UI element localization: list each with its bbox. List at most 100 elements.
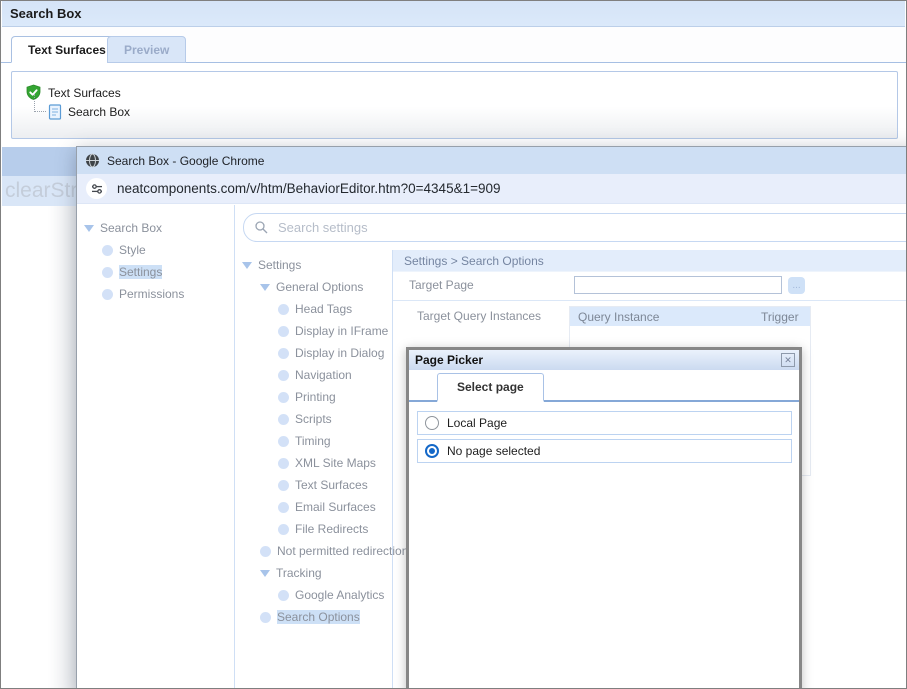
tree-item-permissions[interactable]: Permissions <box>77 283 234 305</box>
bullet-icon <box>278 414 289 425</box>
radio-option-label: No page selected <box>447 444 540 458</box>
tree-item-timing[interactable]: Timing <box>235 430 392 452</box>
tree-item-settings[interactable]: Settings <box>235 254 392 276</box>
bullet-icon <box>260 546 271 557</box>
url-text[interactable]: neatcomponents.com/v/htm/BehaviorEditor.… <box>117 181 501 196</box>
tree-item-label: Navigation <box>295 368 352 382</box>
breadcrumb-text: Settings > Search Options <box>404 254 544 268</box>
tab-label: Text Surfaces <box>28 43 106 57</box>
tree-item-label: Head Tags <box>295 302 352 316</box>
bullet-icon <box>102 245 113 256</box>
bullet-icon <box>278 480 289 491</box>
background-strip <box>2 206 78 688</box>
tree-item-display-in-iframe[interactable]: Display in IFrame <box>235 320 392 342</box>
site-settings-icon[interactable] <box>86 178 107 199</box>
bullet-icon <box>278 590 289 601</box>
tab-preview[interactable]: Preview <box>107 36 186 63</box>
radio-selected-icon[interactable] <box>425 444 439 458</box>
tree-item-style[interactable]: Style <box>77 239 234 261</box>
text-surfaces-panel: Text Surfaces Search Box <box>11 71 898 139</box>
search-placeholder: Search settings <box>278 220 368 235</box>
bullet-icon <box>278 304 289 315</box>
background-blue-band <box>2 147 78 176</box>
bullet-icon <box>102 289 113 300</box>
tree-item-label: Settings <box>258 258 301 272</box>
search-strip: Search settings <box>235 205 907 250</box>
radio-option-no-page-selected[interactable]: No page selected <box>417 439 792 463</box>
browse-button[interactable]: ... <box>788 277 805 294</box>
tree-node-label: Search Box <box>68 105 130 119</box>
tree-item-navigation[interactable]: Navigation <box>235 364 392 386</box>
close-icon[interactable]: ✕ <box>781 353 795 367</box>
bullet-icon <box>278 458 289 469</box>
chrome-url-bar[interactable]: neatcomponents.com/v/htm/BehaviorEditor.… <box>77 174 907 204</box>
tree-item-email-surfaces[interactable]: Email Surfaces <box>235 496 392 518</box>
dialog-titlebar[interactable]: Page Picker ✕ <box>409 350 799 370</box>
tree-item-label: Text Surfaces <box>295 478 368 492</box>
tree-item-search-options[interactable]: Search Options <box>235 606 392 628</box>
tree-connector <box>34 94 46 112</box>
radio-option-label: Local Page <box>447 416 507 430</box>
column-header-query-instance: Query Instance <box>570 307 753 326</box>
tree-item-label: Email Surfaces <box>295 500 376 514</box>
bullet-icon <box>278 502 289 513</box>
tree-item-head-tags[interactable]: Head Tags <box>235 298 392 320</box>
tree-item-label: Scripts <box>295 412 332 426</box>
target-page-label: Target Page <box>409 278 474 292</box>
tree-item-scripts[interactable]: Scripts <box>235 408 392 430</box>
query-instances-label: Target Query Instances <box>417 309 541 323</box>
screenshot-stage: Search Box Text Surfaces Preview Text Su… <box>0 0 907 689</box>
chrome-window-title: Search Box - Google Chrome <box>107 154 264 168</box>
bullet-icon <box>278 326 289 337</box>
search-icon <box>254 220 269 235</box>
tab-select-page[interactable]: Select page <box>437 373 544 402</box>
tree-item-xml-site-maps[interactable]: XML Site Maps <box>235 452 392 474</box>
radio-option-local-page[interactable]: Local Page <box>417 411 792 435</box>
tree-node-search-box[interactable]: Search Box <box>48 104 130 120</box>
tree-item-file-redirects[interactable]: File Redirects <box>235 518 392 540</box>
tree-item-label: General Options <box>276 280 363 294</box>
tree-item-display-in-dialog[interactable]: Display in Dialog <box>235 342 392 364</box>
tree-item-google-analytics[interactable]: Google Analytics <box>235 584 392 606</box>
expand-triangle-icon <box>84 225 94 232</box>
tree-item-label: Search Options <box>277 610 360 624</box>
tree-item-printing[interactable]: Printing <box>235 386 392 408</box>
tree-item-search-box[interactable]: Search Box <box>77 217 234 239</box>
bullet-icon <box>278 392 289 403</box>
target-page-input[interactable] <box>574 276 782 294</box>
tree-item-label: XML Site Maps <box>295 456 376 470</box>
expand-triangle-icon <box>242 262 252 269</box>
globe-icon <box>85 153 100 168</box>
tree-item-label: File Redirects <box>295 522 368 536</box>
tree-item-text-surfaces[interactable]: Text Surfaces <box>235 474 392 496</box>
window-title: Search Box <box>10 6 82 21</box>
tree-item-settings[interactable]: Settings <box>77 261 234 283</box>
tree-item-label: Google Analytics <box>295 588 384 602</box>
radio-unselected-icon[interactable] <box>425 416 439 430</box>
tree-item-tracking[interactable]: Tracking <box>235 562 392 584</box>
brand-text: clearStr <box>2 176 78 206</box>
tree-item-label: Tracking <box>276 566 322 580</box>
dialog-tab-strip: Select page <box>409 370 799 402</box>
settings-search-box[interactable]: Search settings <box>243 213 907 242</box>
breadcrumb: Settings > Search Options <box>393 250 907 272</box>
expand-triangle-icon <box>260 570 270 577</box>
main-tab-strip: Text Surfaces Preview <box>1 27 906 63</box>
behavior-sidebar: Search BoxStyleSettings Permissions <box>77 205 235 689</box>
dialog-title: Page Picker <box>415 353 483 367</box>
document-icon <box>48 104 62 120</box>
column-header-trigger: Trigger <box>753 307 810 326</box>
bullet-icon <box>260 612 271 623</box>
bullet-icon <box>278 348 289 359</box>
tree-item-label: Printing <box>295 390 336 404</box>
chrome-titlebar[interactable]: Search Box - Google Chrome <box>77 147 907 174</box>
tree-item-label: Permissions <box>119 287 184 301</box>
tree-node-label: Text Surfaces <box>48 86 121 100</box>
bullet-icon <box>278 524 289 535</box>
bullet-icon <box>278 370 289 381</box>
tree-item-label: Display in Dialog <box>295 346 384 360</box>
tree-item-label: Not permitted redirection <box>277 544 408 558</box>
tree-item-general-options[interactable]: General Options <box>235 276 392 298</box>
tree-item-not-permitted-redirection[interactable]: Not permitted redirection <box>235 540 392 562</box>
settings-tree-panel: Settings General Options Head Tags Display … <box>235 250 393 689</box>
